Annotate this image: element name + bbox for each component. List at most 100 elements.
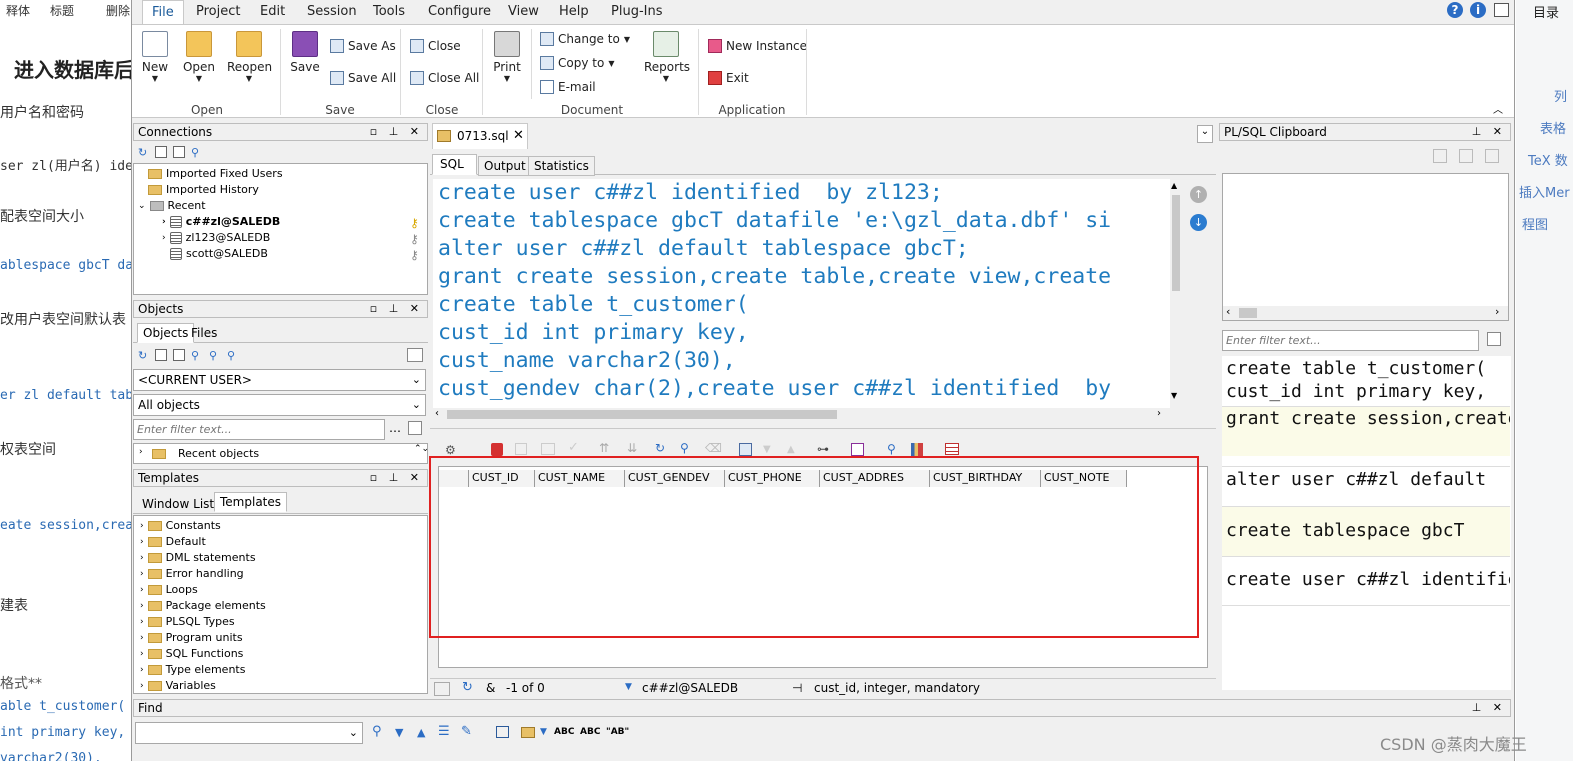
clipboard-entry[interactable]: alter user c##zl default [1222,466,1510,506]
search-grid-icon[interactable]: ⚲ [887,442,896,456]
scroll-right-icon[interactable]: › [1495,305,1499,318]
tab-window-list[interactable]: Window List [142,497,214,511]
next-statement-icon[interactable]: ↓ [1190,214,1207,231]
tab-0713-sql[interactable]: 0713.sql ✕ [432,123,528,149]
menu-session[interactable]: Session [307,4,357,19]
collapse-icon[interactable] [173,349,185,361]
menu-edit[interactable]: Edit [260,4,285,19]
chevron-down-icon[interactable]: ▼ [540,727,547,737]
binoculars-icon[interactable]: ⚲ [372,724,382,739]
clipboard-entry[interactable]: create table t_customer( cust_id int pri… [1222,356,1510,406]
regex-icon[interactable]: "AB" [606,727,629,737]
connection-dropdown-icon[interactable]: ▼ [625,682,632,692]
status-connection[interactable]: c##zl@SALEDB [642,681,738,695]
save-as-button[interactable]: Save As [330,39,396,53]
collapse-icon[interactable] [173,146,185,158]
scroll-left-icon[interactable]: ‹ [1226,305,1230,318]
whole-word-icon[interactable]: ABC [580,727,600,737]
template-item[interactable]: › SQL Functions [140,647,243,660]
help-icon[interactable]: ? [1447,2,1463,18]
expand-icon[interactable] [155,349,167,361]
scroll-left-icon[interactable]: ‹ [435,408,439,419]
template-item[interactable]: › Type elements [140,663,245,676]
panel-controls-icon[interactable]: ⊥ ✕ [1472,125,1506,138]
info-icon[interactable]: i [1470,2,1486,18]
splitter[interactable] [430,428,1216,429]
refresh-icon[interactable]: ↻ [138,349,150,362]
template-item[interactable]: › Package elements [140,599,266,612]
tree-item[interactable]: Imported History [148,183,259,196]
first-record-icon[interactable]: ⇈ [599,441,609,455]
open-button[interactable]: Open ▼ [182,31,216,83]
reopen-button[interactable]: Reopen ▼ [227,31,272,83]
search-icon[interactable] [1494,3,1509,17]
panel-controls-icon[interactable]: ▫ ⊥ ✕ [370,125,423,138]
menu-file[interactable]: File [142,0,184,25]
change-to-button[interactable]: Change to ▼ [540,32,630,46]
find-previous-icon[interactable]: ▲ [417,726,425,739]
filter-icon[interactable]: ⚲ [209,349,221,362]
new-button[interactable]: New ▼ [140,31,170,83]
exit-button[interactable]: Exit [708,71,749,85]
single-record-view-icon[interactable] [739,443,752,456]
find-icon[interactable]: ⚲ [191,349,203,362]
close-tab-icon[interactable]: ✕ [513,128,524,143]
chevron-up-icon[interactable]: ▲ [787,444,795,455]
link-icon[interactable]: ⊶ [817,442,829,456]
scroll-up-icon[interactable]: ▲ [1171,181,1177,190]
list-icon[interactable]: ☰ [438,724,450,739]
clipboard-entry[interactable]: create tablespace gbcT [1222,506,1510,556]
sql-editor[interactable]: create user c##zl identified by zl123; cr… [433,179,1170,408]
scroll-thumb[interactable] [1172,195,1180,291]
chart-icon[interactable] [911,443,923,456]
clipboard-h-scrollbar[interactable]: ‹ › [1223,305,1508,320]
copy-to-button[interactable]: Copy to ▼ [540,56,614,70]
tree-item[interactable]: scott@SALEDB [170,247,268,260]
post-changes-icon[interactable]: ✓ [568,440,579,455]
refresh-icon[interactable]: ↻ [655,441,665,455]
menu-view[interactable]: View [508,4,539,19]
reports-button[interactable]: Reports ▼ [644,31,690,83]
scroll-arrows-icon[interactable]: ⌃⌄ [414,444,429,454]
tab-statistics[interactable]: Statistics [528,156,595,176]
folder-icon[interactable] [521,727,535,738]
clear-icon[interactable]: ⌫ [705,441,722,455]
menu-plugins[interactable]: Plug-Ins [611,4,662,19]
panel-controls-icon[interactable]: ▫ ⊥ ✕ [370,302,423,315]
tab-output[interactable]: Output [478,156,532,176]
highlight-icon[interactable]: ✎ [461,724,472,739]
template-item[interactable]: › Variables [140,679,216,692]
more-icon[interactable]: … [389,421,401,435]
delete-record-icon[interactable] [541,443,555,455]
insert-record-icon[interactable] [515,443,527,455]
tree-item[interactable]: Imported Fixed Users [148,167,283,180]
filter-edit-icon[interactable]: ⚲ [227,349,239,362]
expand-icon[interactable] [155,146,167,158]
menu-project[interactable]: Project [196,4,240,19]
window-icon[interactable] [496,726,509,738]
tab-sql[interactable]: SQL [432,154,477,175]
scroll-down-icon[interactable]: ▼ [1171,391,1177,400]
object-type-select[interactable]: All objects ⌄ [133,394,426,416]
tab-list-dropdown-icon[interactable]: ⌄ [1197,125,1213,143]
menu-tools[interactable]: Tools [373,4,405,19]
template-item[interactable]: › DML statements [140,551,256,564]
template-item[interactable]: › Default [140,535,206,548]
new-instance-button[interactable]: New Instance [708,39,807,53]
export-table-icon[interactable] [945,443,959,455]
filter-options-icon[interactable] [1487,332,1501,346]
connect-icon[interactable]: ⚲ [191,146,203,159]
print-button[interactable]: Print ▼ [490,31,524,83]
template-item[interactable]: › PLSQL Types [140,615,235,628]
tab-files[interactable]: Files [191,326,217,340]
tree-item[interactable]: ⌄ Recent [138,199,206,212]
editor-horizontal-scrollbar[interactable]: ‹ › [433,408,1170,421]
clipboard-entry[interactable]: grant create session,create [1222,406,1510,456]
checkbox-icon[interactable] [407,348,423,362]
menu-configure[interactable]: Configure [428,4,491,19]
save-all-button[interactable]: Save All [330,71,396,85]
objects-filter-input[interactable] [133,419,385,440]
menu-help[interactable]: Help [559,4,589,19]
previous-statement-icon[interactable]: ↑ [1190,186,1207,203]
clipboard-filter-input[interactable] [1222,330,1479,351]
